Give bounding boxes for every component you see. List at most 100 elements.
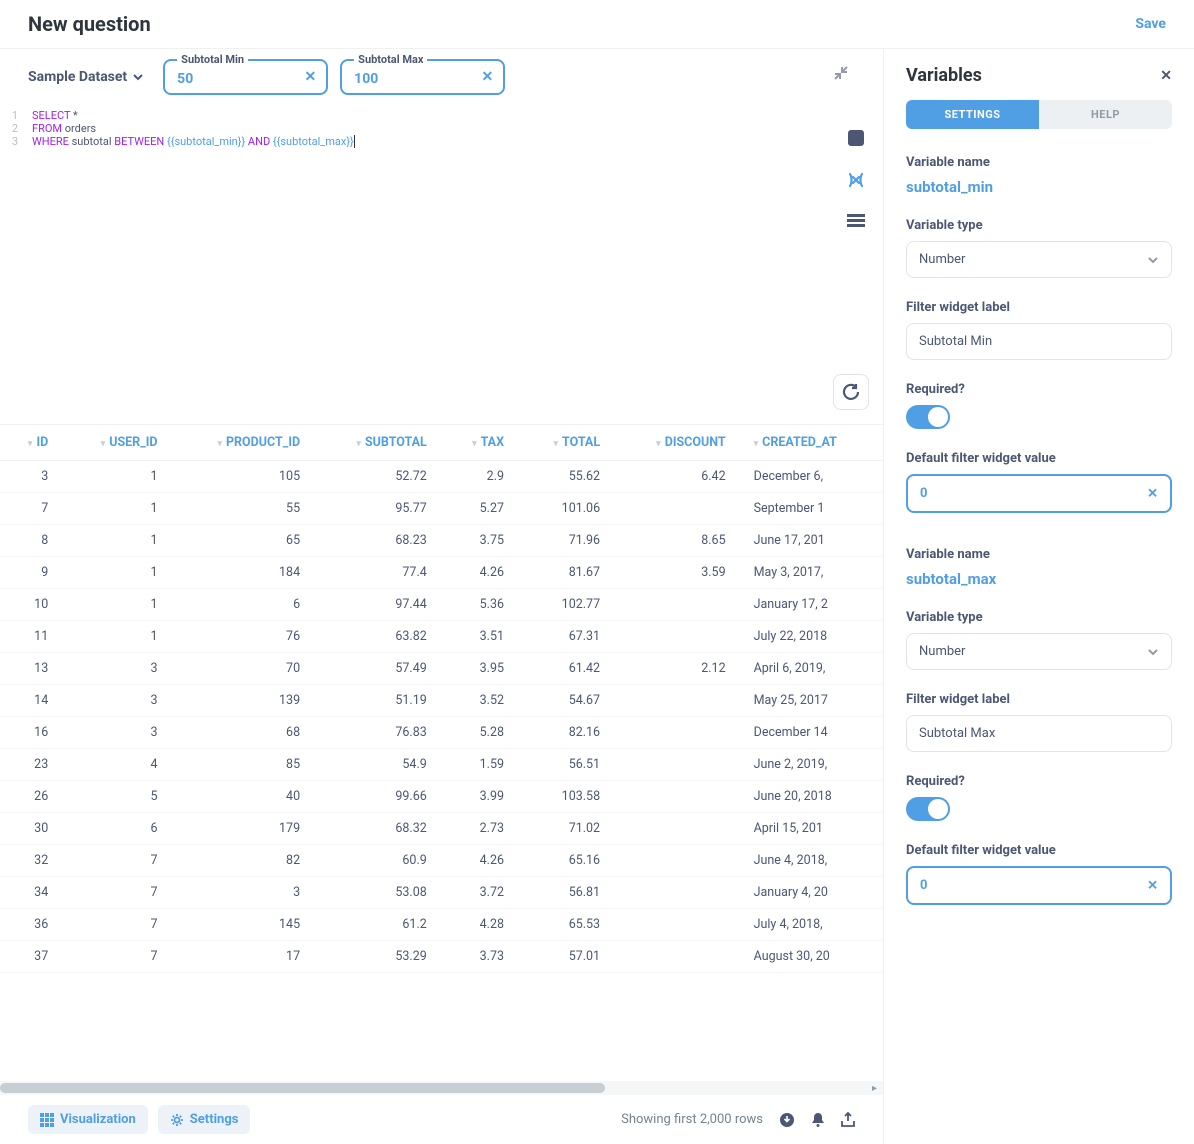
tab-settings[interactable]: SETTINGS (906, 100, 1039, 129)
table-cell: 55 (172, 493, 315, 525)
clear-icon[interactable]: ✕ (304, 69, 316, 85)
label-default-value: Default filter widget value (906, 843, 1172, 858)
table-row: 3110552.722.955.626.42December 6, (0, 461, 883, 493)
variable-type-select[interactable]: Number (906, 633, 1172, 670)
table-cell: 82 (172, 845, 315, 877)
table-cell: 7 (62, 941, 171, 973)
filter-label: Subtotal Min (177, 53, 248, 66)
table-cell: 1 (62, 589, 171, 621)
table-cell: July 4, 2018, (740, 909, 883, 941)
clear-icon[interactable]: ✕ (1147, 878, 1158, 893)
dataset-selector[interactable]: Sample Dataset (28, 69, 143, 85)
table-cell: 67.31 (518, 621, 614, 653)
table-cell: 179 (172, 813, 315, 845)
table-cell: 30 (0, 813, 62, 845)
column-header[interactable]: ▾PRODUCT_ID (172, 425, 315, 461)
table-cell: 61.2 (314, 909, 441, 941)
variable-name: subtotal_min (906, 178, 1172, 196)
run-query-button[interactable] (833, 374, 869, 410)
table-cell: 1 (62, 493, 171, 525)
table-cell: April 6, 2019, (740, 653, 883, 685)
table-cell: 70 (172, 653, 315, 685)
filter-subtotal-min[interactable]: Subtotal Min 50 ✕ (163, 59, 328, 95)
table-cell: May 25, 2017 (740, 685, 883, 717)
table-cell: 26 (0, 781, 62, 813)
table-cell: 81.67 (518, 557, 614, 589)
dataset-label: Sample Dataset (28, 69, 127, 85)
table-cell: 36 (0, 909, 62, 941)
column-header[interactable]: ▾TAX (441, 425, 518, 461)
label-variable-type: Variable type (906, 610, 1172, 625)
column-header[interactable]: ▾DISCOUNT (614, 425, 740, 461)
sql-editor: 123 SELECT * FROM orders WHERE subtotal … (0, 105, 883, 425)
table-cell: 68.23 (314, 525, 441, 557)
table-cell: 60.9 (314, 845, 441, 877)
save-button[interactable]: Save (1135, 16, 1166, 32)
table-cell: 71.02 (518, 813, 614, 845)
share-icon[interactable] (841, 1112, 855, 1128)
table-cell: 145 (172, 909, 315, 941)
table-cell: 11 (0, 621, 62, 653)
label-required: Required? (906, 382, 1172, 397)
default-value-input[interactable]: 0✕ (906, 866, 1172, 905)
table-cell: 1 (62, 525, 171, 557)
snippets-icon[interactable] (847, 129, 865, 147)
variables-icon[interactable] (847, 171, 865, 189)
contract-icon[interactable] (833, 65, 849, 81)
table-cell (614, 717, 740, 749)
column-header[interactable]: ▾USER_ID (62, 425, 171, 461)
gear-icon (170, 1113, 184, 1127)
widget-label-input[interactable]: Subtotal Min (906, 323, 1172, 360)
column-header[interactable]: ▾SUBTOTAL (314, 425, 441, 461)
table-cell: 9 (0, 557, 62, 589)
table-cell (614, 589, 740, 621)
widget-label-input[interactable]: Subtotal Max (906, 715, 1172, 752)
table-cell: 65.16 (518, 845, 614, 877)
table-cell: 139 (172, 685, 315, 717)
table-cell: 2.73 (441, 813, 518, 845)
table-cell: 105 (172, 461, 315, 493)
label-variable-name: Variable name (906, 547, 1172, 562)
table-cell: 3 (0, 461, 62, 493)
table-cell: 68 (172, 717, 315, 749)
line-gutter: 123 (0, 105, 24, 424)
label-widget-label: Filter widget label (906, 692, 1172, 707)
variable-type-select[interactable]: Number (906, 241, 1172, 278)
filter-subtotal-max[interactable]: Subtotal Max 100 ✕ (340, 59, 505, 95)
table-cell: 76.83 (314, 717, 441, 749)
results-table: ▾ID▾USER_ID▾PRODUCT_ID▾SUBTOTAL▾TAX▾TOTA… (0, 425, 883, 1081)
table-cell: 1 (62, 461, 171, 493)
table-cell: 52.72 (314, 461, 441, 493)
tab-help[interactable]: HELP (1039, 100, 1172, 129)
required-toggle[interactable] (906, 797, 950, 821)
required-toggle[interactable] (906, 405, 950, 429)
column-header[interactable]: ▾TOTAL (518, 425, 614, 461)
table-cell (614, 749, 740, 781)
horizontal-scrollbar[interactable]: ▸ (0, 1081, 883, 1095)
bell-icon[interactable] (811, 1112, 825, 1128)
sql-code[interactable]: SELECT * FROM orders WHERE subtotal BETW… (24, 105, 883, 424)
table-cell: 76 (172, 621, 315, 653)
visualization-button[interactable]: Visualization (28, 1105, 148, 1134)
table-cell: 56.81 (518, 877, 614, 909)
table-cell: 3.73 (441, 941, 518, 973)
clear-icon[interactable]: ✕ (481, 69, 493, 85)
table-cell: 40 (172, 781, 315, 813)
settings-button[interactable]: Settings (158, 1105, 251, 1134)
variable-name: subtotal_max (906, 570, 1172, 588)
table-cell: 85 (172, 749, 315, 781)
close-icon[interactable]: ✕ (1160, 68, 1172, 84)
table-cell (614, 621, 740, 653)
table-row: 1117663.823.5167.31July 22, 2018 (0, 621, 883, 653)
column-header[interactable]: ▾CREATED_AT (740, 425, 883, 461)
reference-icon[interactable] (847, 213, 865, 227)
default-value-input[interactable]: 0✕ (906, 474, 1172, 513)
download-icon[interactable] (779, 1112, 795, 1128)
table-cell: September 1 (740, 493, 883, 525)
clear-icon[interactable]: ✕ (1147, 486, 1158, 501)
table-cell: 103.58 (518, 781, 614, 813)
variables-sidebar: Variables ✕ SETTINGS HELP Variable names… (884, 49, 1194, 1144)
table-cell: 5 (62, 781, 171, 813)
column-header[interactable]: ▾ID (0, 425, 62, 461)
table-cell: 3 (62, 717, 171, 749)
